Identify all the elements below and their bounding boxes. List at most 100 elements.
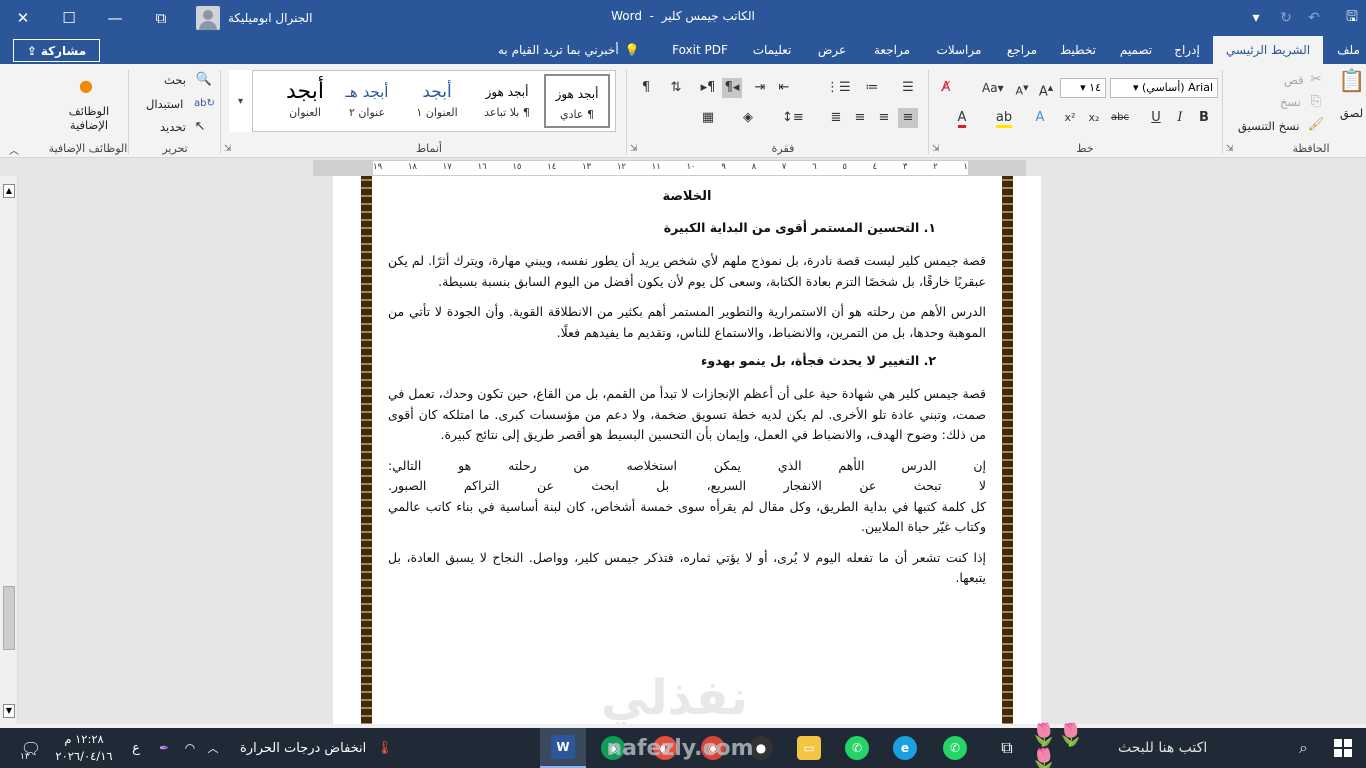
tab-layout[interactable]: تخطيط (1052, 36, 1104, 64)
wifi-icon[interactable]: ◠ (180, 728, 200, 768)
tab-file[interactable]: ملف (1331, 36, 1366, 64)
whatsapp-icon[interactable]: ✆ (842, 728, 872, 768)
redo-icon[interactable]: ↻ (1272, 0, 1300, 36)
tab-references[interactable]: مراجع (998, 36, 1046, 64)
multilevel-list-icon[interactable]: ⋮☰ (826, 78, 851, 98)
shrink-font-icon[interactable]: A▼ (1012, 78, 1032, 98)
chevron-down-icon[interactable]: ▾ (1242, 0, 1270, 36)
notifications-icon[interactable]: 🗨 ١٣ (14, 728, 48, 768)
edge-icon[interactable]: e (890, 728, 920, 768)
shading-icon[interactable]: ◈ (738, 108, 758, 128)
undo-icon[interactable]: ↶ (1300, 0, 1328, 36)
ribbon-home: 📋 لصق ✂ قص ⎘ نسخ 🖌 نسخ التنسيق الحافظة ⇲… (0, 64, 1366, 158)
align-center-icon[interactable]: ≡ (874, 108, 894, 128)
justify-icon[interactable]: ≣ (826, 108, 846, 128)
show-formatting-marks-icon[interactable]: ¶ (636, 78, 656, 98)
paragraph-2: الدرس الأهم من رحلته هو أن الاستمرارية و… (388, 304, 986, 340)
superscript-icon[interactable]: x² (1060, 108, 1080, 128)
styles-more-button[interactable]: ▾ (229, 70, 253, 132)
font-launcher-icon[interactable]: ⇲ (932, 144, 940, 154)
page-content[interactable]: الخلاصة ١. التحسين المستمر أقوى من البدا… (388, 189, 986, 599)
tell-me-search[interactable]: أخبرني بما تريد القيام به 💡 (498, 36, 640, 64)
replace-button[interactable]: استبدال (146, 97, 183, 111)
addins-button[interactable]: الوظائف الإضافية (66, 104, 112, 132)
file-explorer-icon[interactable]: ▭ (794, 728, 824, 768)
language-indicator[interactable]: ع (126, 728, 146, 768)
ltr-direction-icon[interactable]: ▸¶ (698, 78, 718, 98)
style-no-spacing[interactable]: أبجد هوز ¶ بلا تباعد (474, 74, 540, 128)
tulips-icon[interactable]: 🌷🌷🌷 (1030, 723, 1104, 768)
rtl-direction-icon[interactable]: ¶◂ (722, 78, 742, 98)
tab-view[interactable]: عرض (812, 36, 852, 64)
tab-help[interactable]: تعليمات (744, 36, 800, 64)
borders-icon[interactable]: ▦ (698, 108, 718, 128)
taskbar-clock[interactable]: ١٢:٢٨ م ٢٠٢٦/٠٤/١٦ (52, 731, 116, 765)
weather-widget[interactable]: 🌡 انخفاض درجات الحرارة (240, 728, 393, 768)
horizontal-ruler[interactable]: ١ ٢ ٣ ٤ ٥ ٦ ٧ ٨ ٩ ١٠ ١١ ١٢ ١٣ ١٤ ١٥ ١٦ ١٧ ١٨ ١٩ (313, 160, 1026, 176)
text-effects-icon[interactable]: A (1030, 108, 1050, 128)
collapse-ribbon-icon[interactable]: ︿ (4, 142, 24, 162)
ruler-tick-label: ٤ (872, 162, 878, 172)
clipboard-launcher-icon[interactable]: ⇲ (1226, 144, 1234, 154)
increase-indent-icon[interactable]: ⇥ (750, 78, 770, 98)
styles-launcher-icon[interactable]: ⇲ (224, 144, 232, 154)
highlight-color-icon[interactable]: ab (994, 108, 1014, 128)
bullets-icon[interactable]: ☰ (898, 78, 918, 98)
change-case-icon[interactable]: Aa▾ (982, 78, 1004, 98)
strikethrough-icon[interactable]: abc (1110, 108, 1130, 128)
search-icon: ⌕ (1299, 738, 1308, 757)
chevron-up-icon[interactable]: ︿ (204, 728, 222, 768)
tab-design[interactable]: تصميم (1112, 36, 1160, 64)
clear-formatting-icon[interactable]: A̸ (936, 78, 956, 98)
cut-button[interactable]: قص (1284, 73, 1304, 87)
format-painter-button[interactable]: نسخ التنسيق (1238, 119, 1300, 133)
sort-icon[interactable]: ⇅ (666, 78, 686, 98)
align-right-icon[interactable]: ≡ (898, 108, 918, 128)
share-button[interactable]: ⇪ مشاركة (13, 39, 100, 62)
tab-home[interactable]: الشريط الرئيسي (1213, 36, 1323, 64)
underline-icon[interactable]: U (1146, 108, 1166, 128)
clock-date: ٢٠٢٦/٠٤/١٦ (55, 749, 113, 763)
align-left-icon[interactable]: ≡ (850, 108, 870, 128)
tab-review[interactable]: مراجعة (864, 36, 920, 64)
grow-font-icon[interactable]: A▲ (1036, 78, 1056, 99)
font-size-combobox[interactable]: ١٤ ▾ (1060, 78, 1106, 98)
scroll-down-icon[interactable]: ▼ (3, 704, 15, 718)
pen-icon[interactable]: ✒ (154, 728, 174, 768)
tab-insert[interactable]: إدراج (1166, 36, 1208, 64)
subscript-icon[interactable]: x₂ (1084, 108, 1104, 128)
scroll-thumb[interactable] (3, 586, 15, 650)
task-view-icon[interactable]: ⧉ (992, 728, 1022, 768)
style-title[interactable]: أبجد العنوان (274, 74, 336, 128)
document-page[interactable]: الخلاصة ١. التحسين المستمر أقوى من البدا… (333, 176, 1041, 724)
vertical-scrollbar[interactable]: ▲ ▼ (0, 176, 18, 724)
numbering-icon[interactable]: ≔ (862, 78, 882, 98)
paragraph-launcher-icon[interactable]: ⇲ (630, 144, 638, 154)
find-button[interactable]: بحث (164, 73, 186, 87)
save-icon[interactable]: 🖫 (1338, 0, 1366, 36)
style-heading-1[interactable]: أبجد العنوان ١ (404, 74, 470, 128)
font-name-combobox[interactable]: Arial (أساسي) ▾ (1110, 78, 1218, 98)
addins-icon[interactable]: ● (76, 76, 96, 96)
copy-button[interactable]: نسخ (1280, 95, 1301, 109)
decrease-indent-icon[interactable]: ⇤ (774, 78, 794, 98)
taskbar-search[interactable]: ⌕ اكتب هنا للبحث (1108, 728, 1318, 768)
word-taskbar-icon[interactable]: W (540, 728, 586, 768)
style-heading-2[interactable]: أبجد هـ عنوان ٢ (334, 74, 400, 128)
whatsapp-icon[interactable]: ✆ (940, 728, 970, 768)
bold-icon[interactable]: B (1194, 108, 1214, 128)
document-canvas[interactable]: الخلاصة ١. التحسين المستمر أقوى من البدا… (0, 176, 1366, 724)
paste-button[interactable]: لصق (1340, 106, 1363, 120)
tab-mailings[interactable]: مراسلات (928, 36, 990, 64)
start-button[interactable] (1320, 728, 1366, 768)
scroll-up-icon[interactable]: ▲ (3, 184, 15, 198)
tab-foxit-pdf[interactable]: Foxit PDF (668, 36, 732, 64)
italic-icon[interactable]: I (1170, 108, 1190, 128)
clipboard-paste-icon[interactable]: 📋 (1338, 71, 1365, 102)
ruler-right-margin (968, 161, 1026, 175)
style-normal[interactable]: أبجد هوز ¶ عادي (544, 74, 610, 128)
select-button[interactable]: تحديد (160, 120, 186, 134)
line-spacing-icon[interactable]: ↕≡ (782, 108, 804, 128)
font-color-icon[interactable]: A (952, 108, 972, 128)
ruler-tick-label: ١٠ (686, 162, 696, 172)
